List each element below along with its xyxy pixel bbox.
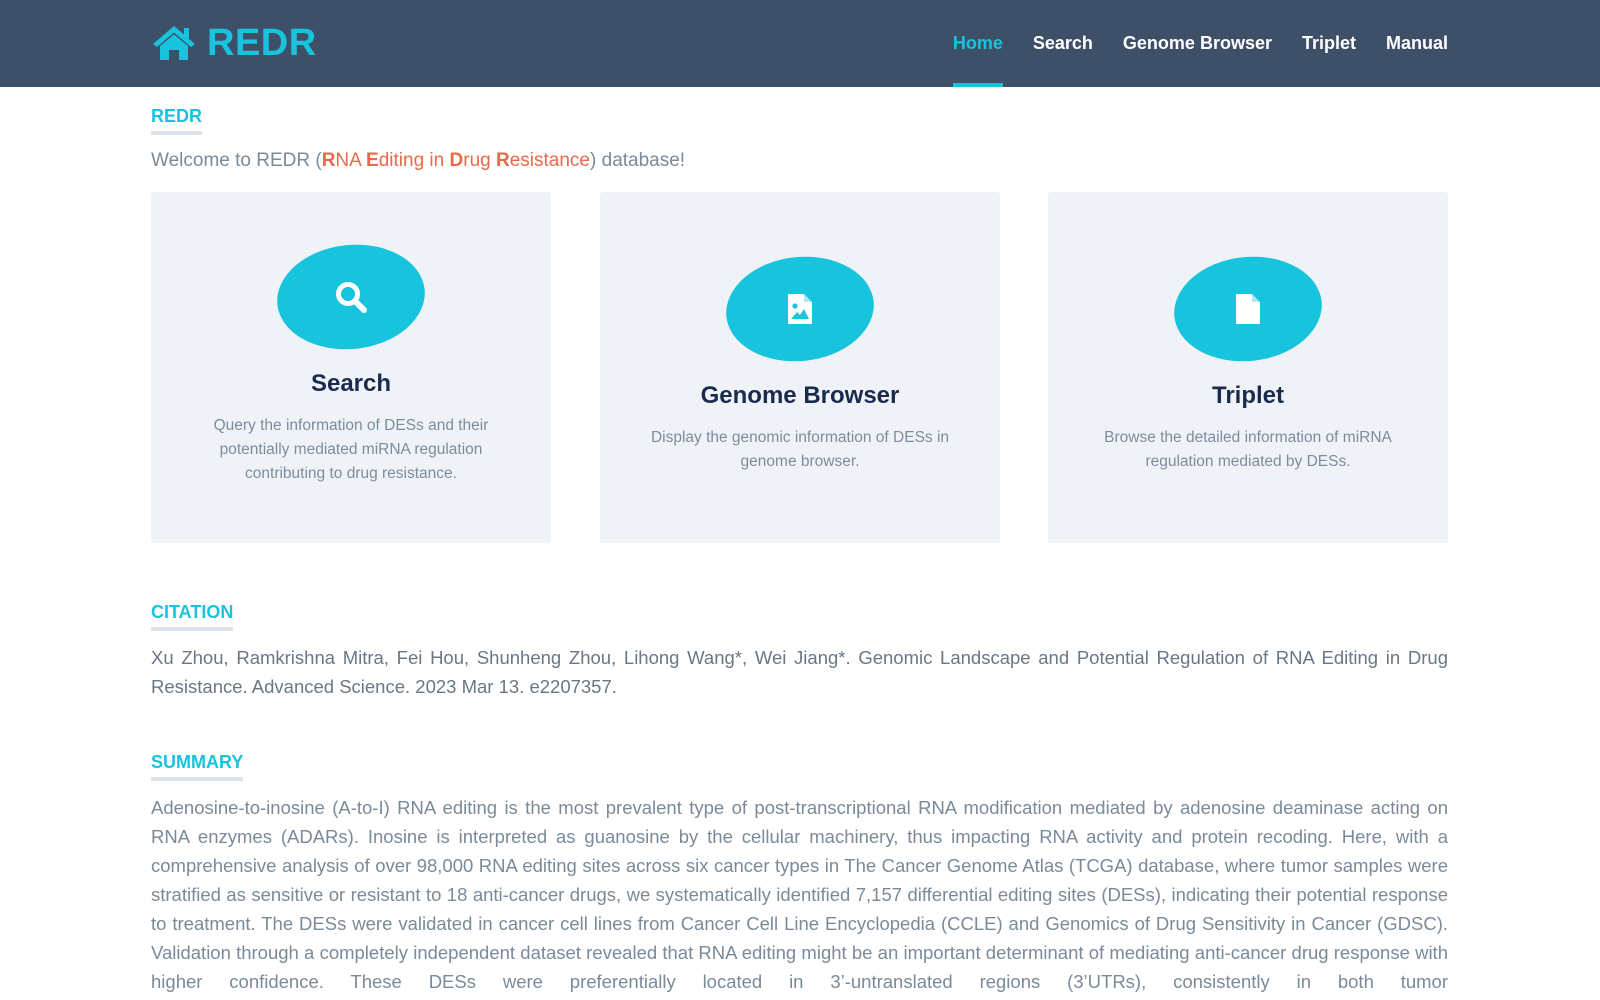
- card-title: Search: [310, 370, 392, 397]
- acronym-letter: D: [449, 150, 464, 171]
- card-title: Triplet: [1211, 382, 1284, 409]
- nav-triplet[interactable]: Triplet: [1302, 0, 1356, 87]
- welcome-prefix: Welcome to REDR (: [151, 150, 322, 171]
- acronym-rest: esistance: [509, 150, 591, 171]
- acronym-letter: R: [496, 150, 510, 171]
- nav-manual[interactable]: Manual: [1386, 0, 1448, 87]
- summary-text: Adenosine-to-inosine (A-to-I) RNA editin…: [151, 797, 1448, 992]
- brand-name: REDR: [207, 22, 317, 64]
- summary-section-label: SUMMARY: [151, 752, 244, 781]
- nav-home[interactable]: Home: [952, 0, 1003, 87]
- card-description: Display the genomic information of DESs …: [650, 429, 950, 470]
- citation-text: Xu Zhou, Ramkrishna Mitra, Fei Hou, Shun…: [151, 647, 1448, 697]
- welcome-text: Welcome to REDR (RNA Editing in Drug Res…: [151, 148, 685, 174]
- welcome-suffix: ) database!: [590, 150, 686, 171]
- acronym-letter: R: [321, 150, 336, 171]
- card-triplet[interactable]: Triplet Browse the detailed information …: [1048, 192, 1448, 543]
- acronym-letter: E: [366, 150, 379, 171]
- main-nav: Home Search Genome Browser Triplet Manua…: [923, 0, 1448, 87]
- acronym-rest: NA: [335, 150, 367, 171]
- search-icon-badge: [271, 237, 431, 357]
- card-description: Query the information of DESs and their …: [213, 417, 489, 482]
- card-description: Browse the detailed information of miRNA…: [1104, 429, 1392, 470]
- acronym-rest: rug: [463, 150, 496, 171]
- home-icon: [153, 26, 195, 60]
- genome-browser-icon-badge: [720, 249, 880, 369]
- intro-section-label: REDR: [151, 106, 203, 135]
- card-search[interactable]: Search Query the information of DESs and…: [151, 192, 551, 543]
- top-navbar: REDR Home Search Genome Browser Triplet …: [0, 0, 1600, 87]
- search-icon: [336, 282, 367, 313]
- file-icon: [1236, 294, 1260, 324]
- brand-logo[interactable]: REDR: [151, 22, 317, 64]
- file-image-icon: [788, 294, 812, 324]
- acronym-rest: diting in: [378, 150, 450, 171]
- card-genome-browser[interactable]: Genome Browser Display the genomic infor…: [600, 192, 1000, 543]
- acronym-expansion: RNA Editing in Drug Resistance: [322, 150, 590, 171]
- citation-section-label: CITATION: [151, 602, 234, 631]
- nav-genome-browser[interactable]: Genome Browser: [1123, 0, 1272, 87]
- card-title: Genome Browser: [700, 382, 900, 409]
- nav-search[interactable]: Search: [1033, 0, 1093, 87]
- triplet-icon-badge: [1168, 249, 1328, 369]
